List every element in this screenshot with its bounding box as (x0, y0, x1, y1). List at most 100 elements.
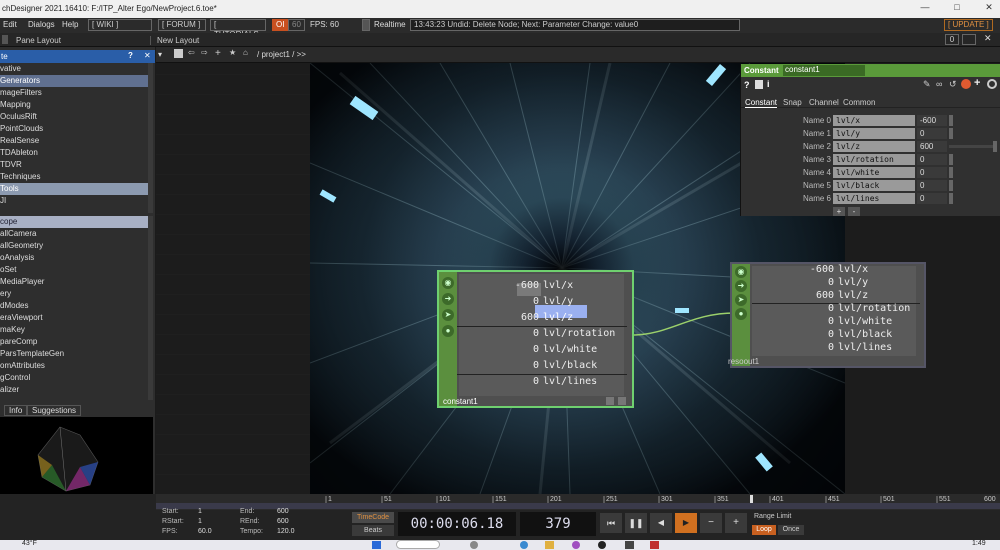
palette-item[interactable]: cope (0, 216, 148, 228)
palette-item[interactable]: ParsTemplateGen (0, 348, 148, 360)
palette-item[interactable]: RealSense (0, 135, 148, 147)
edit-icon[interactable]: ✎ (923, 79, 931, 90)
param-value-field[interactable]: 0 (917, 154, 947, 165)
palette-item[interactable]: alizer (0, 384, 148, 396)
pane-close-icon[interactable]: ✕ (984, 33, 992, 44)
rewind-icon[interactable]: ⏮ (600, 513, 622, 533)
beats-toggle[interactable]: Beats (352, 525, 394, 536)
palette-item[interactable]: maKey (0, 324, 148, 336)
param-value-field[interactable]: 600 (917, 141, 947, 152)
app-icon[interactable] (625, 541, 634, 549)
param-value-field[interactable]: 0 (917, 193, 947, 204)
color-icon[interactable] (961, 79, 971, 89)
play-forward-icon[interactable]: ▶ (675, 513, 697, 533)
chevron-down-icon[interactable]: ▾ (158, 50, 162, 59)
add-icon[interactable]: + (215, 48, 221, 59)
bypass-icon[interactable]: ➤ (735, 294, 747, 306)
lock-icon[interactable]: ● (735, 308, 747, 320)
home-icon[interactable]: ⌂ (243, 48, 248, 57)
palette-item[interactable]: Techniques (0, 171, 148, 183)
node-flag-icon[interactable] (606, 397, 614, 405)
settings-icon[interactable] (987, 79, 997, 89)
folder-icon[interactable] (545, 541, 554, 549)
once-button[interactable]: Once (778, 525, 804, 535)
add-param-icon[interactable]: + (974, 77, 980, 89)
palette-item[interactable]: PointClouds (0, 123, 148, 135)
python-help-icon[interactable] (755, 80, 763, 89)
app-icon[interactable] (470, 541, 478, 549)
end-field[interactable]: 600 (277, 508, 289, 515)
fps-limit[interactable]: 60 (288, 19, 305, 31)
info-icon[interactable]: i (767, 79, 770, 89)
cook-icon[interactable]: ➜ (442, 293, 454, 305)
palette-item[interactable]: JI (0, 195, 148, 207)
menu-edit[interactable]: Edit (3, 20, 17, 29)
param-slider[interactable] (993, 141, 997, 152)
tab-channel[interactable]: Channel (809, 98, 839, 107)
close-icon[interactable]: ✕ (982, 2, 996, 14)
palette-item[interactable]: vative (0, 63, 148, 75)
star-icon[interactable]: ★ (229, 48, 236, 57)
palette-item[interactable]: oAnalysis (0, 252, 148, 264)
minimize-icon[interactable]: — (918, 2, 932, 14)
palette-item[interactable]: Generators (0, 75, 148, 87)
tutorials-button[interactable]: [ TUTORIALS ] (210, 19, 266, 49)
palette-item[interactable]: eraViewport (0, 312, 148, 324)
param-slider[interactable] (949, 154, 953, 165)
palette-scrollbar[interactable] (148, 63, 153, 213)
tab-info[interactable]: Info (4, 405, 28, 416)
tab-common[interactable]: Common (843, 98, 875, 107)
pane-button-0[interactable]: 0 (945, 34, 959, 45)
wiki-button[interactable]: [ WIKI ] (88, 19, 152, 31)
node-label[interactable]: resoout1 (728, 357, 759, 366)
loop-button[interactable]: Loop (752, 525, 776, 535)
palette-item[interactable]: ery (0, 288, 148, 300)
param-name-field[interactable]: lvl/lines (833, 193, 915, 204)
start-icon[interactable] (372, 541, 381, 549)
step-back-icon[interactable]: − (700, 513, 722, 533)
forward-icon[interactable]: ⇨ (201, 48, 208, 57)
tab-snap[interactable]: Snap (783, 98, 802, 107)
pane-split-icon[interactable] (962, 34, 976, 45)
operator-name-field[interactable]: constant1 (783, 65, 865, 76)
palette-item[interactable]: oSet (0, 264, 148, 276)
palette-item[interactable]: TDAbleton (0, 147, 148, 159)
node-flag-icon[interactable] (618, 397, 626, 405)
help-icon[interactable]: ? (744, 80, 750, 90)
back-icon[interactable]: ⇦ (188, 48, 195, 57)
search-icon[interactable] (396, 540, 440, 549)
palette-item[interactable]: Mapping (0, 99, 148, 111)
palette-item[interactable]: OculusRift (0, 111, 148, 123)
remove-row-icon[interactable]: - (848, 207, 860, 216)
palette-scrollbar-2[interactable] (148, 216, 153, 400)
palette-item[interactable]: dModes (0, 300, 148, 312)
node-label[interactable]: constant1 (443, 397, 478, 406)
param-slider[interactable] (949, 180, 953, 191)
fps-field[interactable]: 60.0 (198, 528, 212, 535)
param-slider[interactable] (949, 128, 953, 139)
frame-display[interactable]: 379 (520, 512, 596, 536)
param-value-field[interactable]: 0 (917, 167, 947, 178)
forum-button[interactable]: [ FORUM ] (158, 19, 206, 31)
param-name-field[interactable]: lvl/rotation (833, 154, 915, 165)
network-path[interactable]: / project1 / >> (257, 50, 306, 59)
app-icon[interactable] (598, 541, 606, 549)
palette-item[interactable]: MediaPlayer (0, 276, 148, 288)
param-name-field[interactable]: lvl/x (833, 115, 915, 126)
step-forward-icon[interactable]: + (725, 513, 747, 533)
pause-icon[interactable]: ❚❚ (625, 513, 647, 533)
param-name-field[interactable]: lvl/black (833, 180, 915, 191)
palette-item[interactable]: omAttributes (0, 360, 148, 372)
param-value-field[interactable]: 0 (917, 128, 947, 139)
param-slider[interactable] (949, 115, 953, 126)
param-slider[interactable] (949, 193, 953, 204)
palette-item[interactable]: allGeometry (0, 240, 148, 252)
link-icon[interactable]: ∞ (936, 79, 942, 89)
edge-icon[interactable] (520, 541, 528, 549)
app-icon[interactable] (650, 541, 659, 549)
reset-icon[interactable]: ↺ (949, 79, 957, 90)
menu-dialogs[interactable]: Dialogs (28, 20, 55, 29)
palette-item[interactable]: gControl (0, 372, 148, 384)
start-field[interactable]: 1 (198, 508, 202, 515)
palette-item[interactable]: TDVR (0, 159, 148, 171)
